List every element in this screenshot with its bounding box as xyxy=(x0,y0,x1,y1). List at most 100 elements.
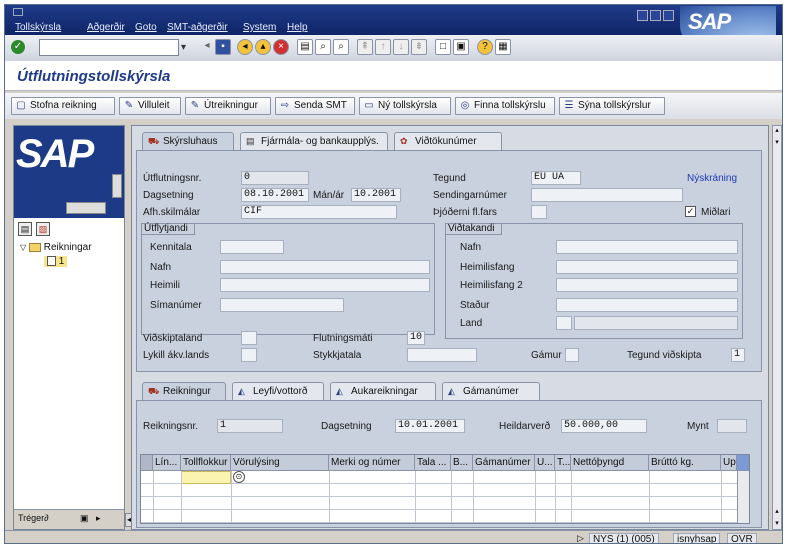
back-icon[interactable]: ◂ xyxy=(237,39,253,55)
dagsetning-field[interactable]: 08.10.2001 xyxy=(241,188,309,202)
heimilisfang-field[interactable] xyxy=(556,260,738,274)
lykill-field[interactable] xyxy=(241,348,257,362)
first-page-icon[interactable]: ⇞ xyxy=(357,39,373,55)
stadur-field[interactable] xyxy=(556,298,738,312)
villuleit-button[interactable]: ✎ Villuleit xyxy=(119,97,181,115)
column-header-nettothyngd[interactable]: Nettóþyngd xyxy=(571,455,649,471)
menu-tollskyrsla[interactable]: Tollskýrsla xyxy=(15,22,61,33)
menu-goto[interactable]: Goto xyxy=(135,22,157,33)
stofna-reikning-button[interactable]: ▢ Stofna reikning xyxy=(11,97,115,115)
tree-node-reikningar[interactable]: ▽ Reikningar xyxy=(20,242,92,253)
column-header-lina[interactable]: Lín... xyxy=(153,455,181,471)
scroll-page-up-icon[interactable]: ▾ xyxy=(773,138,781,148)
gamur-field[interactable] xyxy=(565,348,579,362)
tree-footer-label[interactable]: Tréger∂ xyxy=(18,513,49,523)
table-row[interactable] xyxy=(141,497,749,510)
simanumer-field[interactable] xyxy=(220,298,344,312)
print-icon[interactable]: ▤ xyxy=(297,39,313,55)
tegund-vidskipta-field[interactable]: 1 xyxy=(731,348,745,362)
tree-settings-icon[interactable]: ▣ xyxy=(80,513,89,524)
tegund-field[interactable]: EU UA xyxy=(531,171,581,185)
tree-delete-icon[interactable]: ▨ xyxy=(36,222,50,236)
thjoderni-field[interactable] xyxy=(531,205,547,219)
find-next-icon[interactable]: ⌕ xyxy=(333,39,349,55)
senda-smt-button[interactable]: ⇨ Senda SMT xyxy=(275,97,355,115)
vidskiptaland-field[interactable] xyxy=(241,331,257,345)
column-header-tala[interactable]: Tala ... xyxy=(415,455,451,471)
heimilisfang2-field[interactable] xyxy=(556,278,738,292)
logo-hscrollbar[interactable] xyxy=(66,202,106,214)
table-row[interactable] xyxy=(141,484,749,497)
arrow-left-icon[interactable]: ◂ xyxy=(199,39,215,55)
cancel-icon[interactable]: × xyxy=(273,39,289,55)
nyskraning-link[interactable]: Nýskráning xyxy=(687,173,737,184)
main-vertical-scrollbar[interactable]: ▴ ▾ ▴ ▾ xyxy=(772,125,782,530)
syna-tollskyrslur-button[interactable]: ☰ Sýna tollskýrslur xyxy=(559,97,665,115)
save-icon[interactable]: ▪ xyxy=(215,39,231,55)
layout-menu-icon[interactable]: ▦ xyxy=(495,39,511,55)
command-field[interactable] xyxy=(39,39,179,56)
tab-skyrsluhaus[interactable]: ⛟ Skýrsluhaus xyxy=(142,132,234,150)
column-settings-icon[interactable] xyxy=(737,455,749,471)
scroll-up-icon[interactable]: ▴ xyxy=(773,126,781,136)
tab-fjarmala[interactable]: ▤ Fjármála- og bankaupplýs. xyxy=(240,132,388,150)
shortcut-icon[interactable]: ▣ xyxy=(453,39,469,55)
exit-icon[interactable]: ▴ xyxy=(255,39,271,55)
enter-check-icon[interactable]: ✓ xyxy=(11,40,25,54)
maximize-icon[interactable] xyxy=(650,10,661,21)
table-vertical-scrollbar[interactable] xyxy=(737,471,749,523)
column-header-vorulysing[interactable]: Vörulýsing xyxy=(231,455,329,471)
ny-tollskyrsla-button[interactable]: ▭ Ný tollskýrsla xyxy=(359,97,451,115)
reikningur-dagsetning-field[interactable]: 10.01.2001 xyxy=(395,419,465,433)
heimili-field[interactable] xyxy=(220,278,430,292)
vidtakandi-nafn-field[interactable] xyxy=(556,240,738,254)
tab-reikningur[interactable]: ⛟ Reikningur xyxy=(142,382,226,400)
heildarverd-field[interactable]: 50.000,00 xyxy=(561,419,647,433)
command-history-icon[interactable]: ▾ xyxy=(181,39,193,56)
menu-adgerdir[interactable]: Aðgerðir xyxy=(87,22,125,33)
close-icon[interactable] xyxy=(663,10,674,21)
column-header-gamanumer[interactable]: Gámanúmer xyxy=(473,455,535,471)
help-icon[interactable]: ? xyxy=(477,39,493,55)
column-header-up[interactable]: Up xyxy=(721,455,737,471)
scroll-page-down-icon[interactable]: ▴ xyxy=(773,507,781,517)
logo-scrollbar[interactable] xyxy=(112,174,122,198)
table-select-all[interactable] xyxy=(141,455,153,471)
status-expand-icon[interactable]: ▷ xyxy=(577,533,584,543)
column-header-t[interactable]: T... xyxy=(555,455,571,471)
finna-tollskyrslu-button[interactable]: ◎ Finna tollskýrslu xyxy=(455,97,555,115)
tree-node-invoice-1[interactable]: 1 xyxy=(44,256,68,267)
new-session-icon[interactable]: □ xyxy=(435,39,451,55)
find-icon[interactable]: ⌕ xyxy=(315,39,331,55)
column-header-b[interactable]: B... xyxy=(451,455,473,471)
sendingarnumer-field[interactable] xyxy=(531,188,683,202)
column-header-tollflokkur[interactable]: Tollflokkur xyxy=(181,455,231,471)
last-page-icon[interactable]: ⇟ xyxy=(411,39,427,55)
table-row[interactable] xyxy=(141,510,749,523)
tab-aukareikningar[interactable]: ◭ Aukareikningar xyxy=(330,382,436,400)
status-system[interactable]: NYS (1) (005) xyxy=(589,533,659,543)
utreikningur-button[interactable]: ✎ Útreikningur xyxy=(185,97,271,115)
next-page-icon[interactable]: ↓ xyxy=(393,39,409,55)
kennitala-field[interactable] xyxy=(220,240,284,254)
midlari-checkbox[interactable]: ✓ xyxy=(685,206,696,217)
menu-help[interactable]: Help xyxy=(287,22,308,33)
column-header-brutto[interactable]: Brúttó kg. xyxy=(649,455,721,471)
manar-field[interactable]: 10.2001 xyxy=(351,188,401,202)
utflutningsnr-field[interactable]: 0 xyxy=(241,171,309,185)
menu-system[interactable]: System xyxy=(243,22,276,33)
column-header-merki[interactable]: Merki og númer xyxy=(329,455,415,471)
system-menu-icon[interactable] xyxy=(13,8,23,16)
afhskil-field[interactable]: CIF xyxy=(241,205,397,219)
menu-smt-adgerdir[interactable]: SMT-aðgerðir xyxy=(167,22,228,33)
scroll-down-icon[interactable]: ▾ xyxy=(773,519,781,529)
tollflokkur-input[interactable] xyxy=(181,471,231,484)
stykkjatala-field[interactable] xyxy=(407,348,477,362)
column-header-u[interactable]: U... xyxy=(535,455,555,471)
tree-expand-icon[interactable]: ▸ xyxy=(96,513,101,524)
minimize-icon[interactable] xyxy=(637,10,648,21)
tree-document-icon[interactable]: ▤ xyxy=(18,222,32,236)
flutningsmati-field[interactable]: 10 xyxy=(407,331,425,345)
tab-leyfi-vottord[interactable]: ◭ Leyfi/vottorð xyxy=(232,382,324,400)
tab-gamanumer[interactable]: ◭ Gámanúmer xyxy=(442,382,540,400)
